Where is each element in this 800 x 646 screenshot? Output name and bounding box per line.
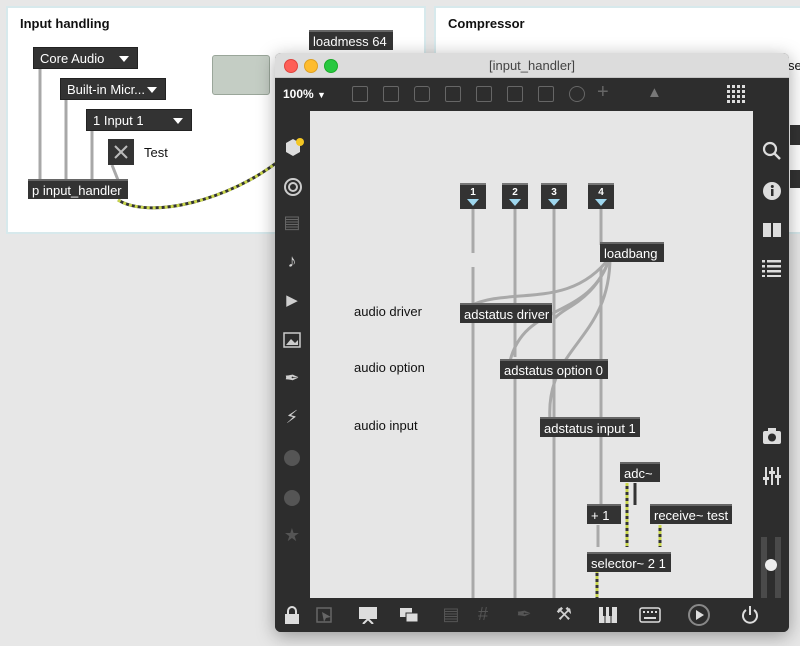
close-icon: [114, 145, 128, 159]
adstatus-input-object[interactable]: adstatus input 1: [540, 417, 640, 437]
zoom-menu[interactable]: 100% ▼: [283, 87, 326, 101]
list-icon[interactable]: [762, 259, 782, 277]
patch-cords: [469, 209, 662, 598]
vimeo-icon[interactable]: [283, 449, 301, 467]
adstatus-option-object[interactable]: adstatus option 0: [500, 359, 608, 379]
test-toggle[interactable]: [108, 139, 134, 165]
partial-object: [790, 170, 800, 188]
audio-input-menu[interactable]: 1 Input 1: [86, 109, 192, 131]
comment-audio-option: audio option: [354, 360, 425, 375]
dial-object-icon[interactable]: [569, 86, 585, 102]
comment-icon[interactable]: [414, 86, 430, 102]
comment-audio-driver: audio driver: [354, 304, 422, 319]
menu-value: Built-in Micr...: [67, 82, 146, 97]
inlet-number: 4: [598, 187, 604, 198]
tape-icon[interactable]: ▤: [280, 212, 304, 233]
paint-bucket-icon[interactable]: ▲: [647, 84, 662, 101]
p-input-handler-object[interactable]: p input_handler: [28, 179, 128, 199]
camera-icon[interactable]: [762, 427, 782, 445]
audio-driver-menu[interactable]: Core Audio: [33, 47, 138, 69]
inlet-number: 2: [512, 187, 518, 198]
grid-icon[interactable]: #: [471, 604, 495, 625]
message-icon[interactable]: [383, 86, 399, 102]
keyboard-icon[interactable]: [639, 607, 661, 623]
zoom-level: 100%: [283, 87, 314, 101]
presentation-icon[interactable]: [358, 606, 378, 624]
patcher-canvas[interactable]: 1 2 3 4 audio driver audio option audio …: [310, 111, 753, 629]
lock-icon[interactable]: [284, 606, 300, 624]
arrow-down-icon: [595, 199, 607, 206]
inlet-4[interactable]: 4: [588, 183, 614, 209]
inlet-2[interactable]: 2: [502, 183, 528, 209]
book-icon[interactable]: [762, 221, 782, 239]
window-titlebar: [input_handler]: [275, 53, 789, 78]
mixer-icon[interactable]: [762, 466, 782, 486]
piano-icon[interactable]: [598, 606, 618, 624]
target-icon[interactable]: [283, 177, 303, 197]
audio-option-menu[interactable]: Built-in Micr...: [60, 78, 166, 100]
power-icon[interactable]: [740, 604, 760, 626]
star-icon[interactable]: ★: [280, 525, 304, 546]
info-icon[interactable]: [762, 181, 782, 201]
input-handler-window: [input_handler] 100% ▼ + ▲ ▤ ♪ ▶ ✒ ⚡ ★ 1…: [275, 53, 789, 632]
receive-object[interactable]: receive~ test: [650, 504, 732, 524]
bottom-toolbar: ▤ # ✒ ⚒: [275, 598, 789, 632]
toggle-object-icon[interactable]: [445, 86, 461, 102]
grid-view-icon[interactable]: [727, 85, 747, 105]
adc-object[interactable]: adc~: [620, 462, 660, 482]
slider-object-icon[interactable]: [538, 86, 554, 102]
loadbang-object[interactable]: loadbang: [600, 242, 664, 262]
selector-object[interactable]: selector~ 2 1: [587, 552, 671, 572]
menu-value: Core Audio: [40, 51, 105, 66]
paperclip-icon[interactable]: ✒: [280, 368, 304, 389]
image-icon[interactable]: [283, 332, 301, 348]
inlet-number: 1: [470, 187, 476, 198]
select-icon[interactable]: [316, 607, 334, 623]
chevron-down-icon: [147, 87, 157, 93]
menu-value: 1 Input 1: [93, 113, 144, 128]
chevron-down-icon: [119, 56, 129, 62]
toolbar: 100% ▼ + ▲: [275, 78, 789, 111]
align-icon[interactable]: ▤: [439, 604, 463, 625]
arrow-down-icon: [509, 199, 521, 206]
wrench-icon[interactable]: ⚒: [552, 604, 576, 625]
toggle-label: Test: [144, 145, 168, 160]
inlet-number: 3: [551, 187, 557, 198]
plug-icon[interactable]: ⚡: [280, 407, 304, 428]
color-swatch: [212, 55, 270, 95]
inlet-1[interactable]: 1: [460, 183, 486, 209]
window-title: [input_handler]: [488, 58, 575, 73]
partial-object: [790, 125, 800, 145]
left-sidebar: ▤ ♪ ▶ ✒ ⚡ ★: [275, 111, 309, 598]
new-view-icon[interactable]: [399, 607, 419, 623]
plus-object[interactable]: + 1: [587, 504, 621, 524]
volume-knob[interactable]: [765, 559, 777, 571]
chevron-down-icon: [173, 118, 183, 124]
number-object-icon[interactable]: [507, 86, 523, 102]
music-note-icon[interactable]: ♪: [280, 251, 304, 272]
button-object-icon[interactable]: [476, 86, 492, 102]
arrow-down-icon: [548, 199, 560, 206]
search-icon[interactable]: [762, 141, 782, 161]
presentation-mode-icon[interactable]: [352, 86, 368, 102]
add-object-icon[interactable]: +: [597, 81, 609, 104]
adstatus-driver-object[interactable]: adstatus driver: [460, 303, 552, 323]
sequence-icon[interactable]: ▶: [280, 291, 304, 309]
inlet-3[interactable]: 3: [541, 183, 567, 209]
cube-icon[interactable]: [283, 137, 305, 159]
right-sidebar: [753, 111, 789, 632]
loadmess-object[interactable]: loadmess 64: [309, 30, 393, 50]
patch-cord-icon[interactable]: ✒: [512, 604, 536, 625]
arrow-down-icon: [467, 199, 479, 206]
audio-on-icon[interactable]: [688, 604, 710, 626]
comment-audio-input: audio input: [354, 418, 418, 433]
partial-text: se: [788, 58, 800, 73]
bpatcher-icon[interactable]: [283, 489, 301, 507]
chevron-down-icon: ▼: [317, 90, 326, 100]
